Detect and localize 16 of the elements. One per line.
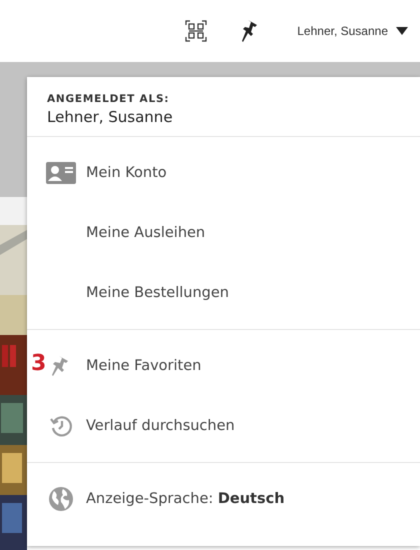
user-name: Lehner, Susanne [47,108,173,126]
language-menu-item[interactable]: Anzeige-Sprache: Deutsch [86,491,285,507]
annotation-number: 3 [31,353,46,375]
history-icon [49,414,73,438]
signed-in-label: ANGEMELDET ALS: [47,93,170,105]
user-menu-button[interactable]: Lehner, Susanne [293,20,412,42]
id-card-icon [46,162,76,184]
favorites-menu-item[interactable]: Meine Favoriten [86,358,202,374]
history-menu-item[interactable]: Verlauf durchsuchen [86,418,235,434]
account-menu-item[interactable]: Mein Konto [86,165,167,181]
menu-item[interactable]: Meine Bestellungen [86,285,229,301]
caret-icon [396,27,408,35]
globe-icon [48,486,74,512]
pushpin-icon[interactable] [241,19,260,43]
menu-item[interactable]: Meine Ausleihen [86,225,206,241]
qr-code-icon[interactable] [185,20,208,42]
